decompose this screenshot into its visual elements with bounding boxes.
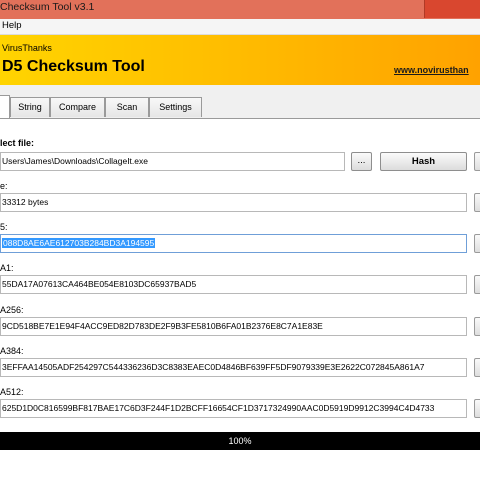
md5-label: 5: xyxy=(0,222,8,232)
tab-string[interactable]: String xyxy=(10,97,50,117)
close-button[interactable] xyxy=(424,0,480,18)
tab-scan[interactable]: Scan xyxy=(105,97,149,117)
hash-button[interactable]: Hash xyxy=(380,152,467,171)
tab-compare[interactable]: Compare xyxy=(50,97,105,117)
sha384-label: A384: xyxy=(0,346,24,356)
select-file-label: lect file: xyxy=(0,138,35,148)
md5-copy-button[interactable] xyxy=(474,234,480,253)
window-title: Checksum Tool v3.1 xyxy=(0,1,95,13)
sha1-copy-button[interactable] xyxy=(474,275,480,294)
sha256-field[interactable]: 9CD518BE7E1E94F4ACC9ED82D783DE2F9B3FE581… xyxy=(0,317,467,336)
file-path-field[interactable]: Users\James\Downloads\CollageIt.exe xyxy=(0,152,345,171)
md5-field[interactable]: 088D8AE6AE612703B284BD3A194595 xyxy=(0,234,467,253)
title-bar: Checksum Tool v3.1 xyxy=(0,0,480,19)
browse-button[interactable]: ... xyxy=(351,152,372,171)
progress-bar: 100% xyxy=(0,432,480,450)
md5-value: 088D8AE6AE612703B284BD3A194595 xyxy=(2,238,156,248)
sha512-field[interactable]: 625D1D0C816599BF817BAE17C6D3F244F1D2BCFF… xyxy=(0,399,467,418)
file-tab-panel: lect file: Users\James\Downloads\Collage… xyxy=(0,118,480,481)
hash-side-button[interactable] xyxy=(474,152,480,171)
size-field[interactable]: 33312 bytes xyxy=(0,193,467,212)
sha512-label: A512: xyxy=(0,387,24,397)
menu-help[interactable]: Help xyxy=(2,20,22,31)
sha256-label: A256: xyxy=(0,305,24,315)
header-banner: VirusThanks D5 Checksum Tool www.novirus… xyxy=(0,35,480,85)
tab-strip: String Compare Scan Settings xyxy=(0,95,480,120)
size-label: e: xyxy=(0,181,8,191)
size-copy-button[interactable] xyxy=(474,193,480,212)
sha1-field[interactable]: 55DA17A07613CA464BE054E8103DC65937BAD5 xyxy=(0,275,467,294)
company-name: VirusThanks xyxy=(2,43,52,53)
sha256-copy-button[interactable] xyxy=(474,317,480,336)
sha384-copy-button[interactable] xyxy=(474,358,480,377)
sha384-field[interactable]: 3EFFAA14505ADF254297C544336236D3C8383EAE… xyxy=(0,358,467,377)
tab-file[interactable] xyxy=(0,95,10,120)
app-title: D5 Checksum Tool xyxy=(2,58,145,75)
sha512-copy-button[interactable] xyxy=(474,399,480,418)
tab-settings[interactable]: Settings xyxy=(149,97,202,117)
website-link[interactable]: www.novirusthan xyxy=(394,65,469,75)
menu-bar: Help xyxy=(0,19,480,35)
sha1-label: A1: xyxy=(0,263,14,273)
